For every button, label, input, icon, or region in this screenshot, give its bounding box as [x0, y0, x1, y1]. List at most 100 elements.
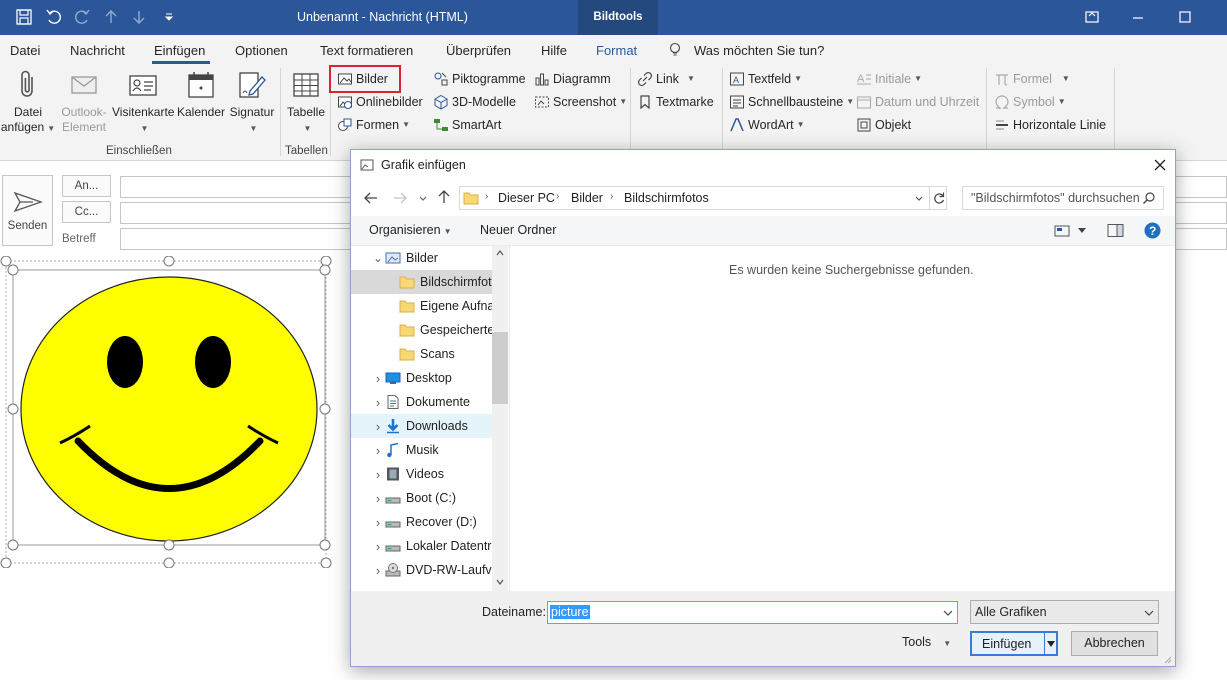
- expand-chevron-icon[interactable]: ›: [371, 395, 385, 410]
- expand-chevron-icon[interactable]: ›: [371, 515, 385, 530]
- dropcap-button[interactable]: A Initiale ▼: [856, 69, 922, 89]
- quick-parts-button[interactable]: Schnellbausteine ▼: [729, 92, 854, 112]
- smiley-image[interactable]: [0, 256, 340, 568]
- tree-item[interactable]: › DVD-RW-Laufv: [351, 558, 493, 582]
- back-arrow-icon[interactable]: [363, 190, 379, 206]
- forward-arrow-icon[interactable]: [392, 190, 408, 206]
- new-folder-button[interactable]: Neuer Ordner: [480, 223, 556, 237]
- tree-item[interactable]: ⌄ Bilder: [351, 246, 493, 270]
- calendar-button[interactable]: Kalender: [175, 69, 227, 120]
- address-bar[interactable]: › Dieser PC › Bilder › Bildschirmfotos: [459, 186, 947, 210]
- chevron-down-icon[interactable]: [1077, 227, 1087, 235]
- scrollbar-thumb[interactable]: [492, 332, 508, 404]
- tab-einfuegen[interactable]: Einfügen: [154, 43, 205, 58]
- tell-me-search[interactable]: Was möchten Sie tun?: [694, 43, 824, 58]
- customize-quick-access-icon[interactable]: [160, 8, 178, 26]
- preview-pane-icon[interactable]: [1107, 223, 1124, 238]
- symbol-button[interactable]: Symbol ▼: [994, 92, 1066, 112]
- tree-item[interactable]: › Lokaler Datentr: [351, 534, 493, 558]
- tree-item[interactable]: › Downloads: [351, 414, 493, 438]
- filename-input[interactable]: picture: [547, 601, 958, 624]
- up-arrow-icon[interactable]: [436, 189, 452, 205]
- maximize-icon[interactable]: [1177, 9, 1193, 25]
- bookmark-button[interactable]: Textmarke: [637, 92, 714, 112]
- tab-hilfe[interactable]: Hilfe: [541, 43, 567, 58]
- chart-button[interactable]: Diagramm: [534, 69, 611, 89]
- breadcrumb-item[interactable]: Bildschirmfotos: [624, 191, 709, 205]
- arrow-up-icon[interactable]: [102, 8, 120, 26]
- expand-chevron-icon[interactable]: ›: [371, 419, 385, 434]
- horizontal-line-button[interactable]: Horizontale Linie: [994, 115, 1106, 135]
- to-button[interactable]: An...: [62, 175, 111, 197]
- tab-format[interactable]: Format: [596, 43, 637, 58]
- tree-item[interactable]: › Recover (D:): [351, 510, 493, 534]
- outlook-item-button[interactable]: Outlook- Element: [56, 69, 112, 135]
- scroll-down-arrow-icon[interactable]: [496, 579, 504, 585]
- minimize-icon[interactable]: [1130, 9, 1146, 25]
- tree-item[interactable]: Bildschirmfot: [351, 270, 493, 294]
- online-pictures-button[interactable]: Onlinebilder: [337, 92, 423, 112]
- object-button[interactable]: Objekt: [856, 115, 911, 135]
- tab-text-formatieren[interactable]: Text formatieren: [320, 43, 413, 58]
- expand-chevron-icon[interactable]: ›: [371, 467, 385, 482]
- refresh-icon[interactable]: [932, 191, 946, 205]
- 3d-models-button[interactable]: 3D-Modelle: [433, 92, 516, 112]
- tree-item[interactable]: › Dokumente: [351, 390, 493, 414]
- help-icon[interactable]: ?: [1144, 222, 1161, 239]
- send-button[interactable]: Senden: [2, 175, 53, 246]
- organize-button[interactable]: Organisieren ▼: [369, 223, 452, 237]
- tree-item[interactable]: › Boot (C:): [351, 486, 493, 510]
- signature-button[interactable]: Signatur ▼: [227, 69, 277, 136]
- expand-chevron-icon[interactable]: ›: [371, 491, 385, 506]
- date-time-button[interactable]: Datum und Uhrzeit: [856, 92, 979, 112]
- ribbon-display-options-icon[interactable]: [1084, 9, 1100, 25]
- business-card-button[interactable]: Visitenkarte ▼: [112, 69, 174, 136]
- undo-icon[interactable]: [45, 8, 63, 26]
- expand-chevron-icon[interactable]: ›: [371, 371, 385, 386]
- collapse-chevron-icon[interactable]: ⌄: [371, 251, 385, 265]
- insert-button[interactable]: Einfügen: [970, 631, 1058, 656]
- resize-grip-icon[interactable]: [1162, 654, 1172, 664]
- expand-chevron-icon[interactable]: ›: [371, 443, 385, 458]
- view-options-icon[interactable]: [1054, 224, 1070, 238]
- tree-item[interactable]: Eigene Aufna: [351, 294, 493, 318]
- tab-datei[interactable]: Datei: [10, 43, 40, 58]
- scroll-up-arrow-icon[interactable]: [496, 250, 504, 256]
- screenshot-button[interactable]: Screenshot ▼: [534, 92, 627, 112]
- tools-menu-button[interactable]: Tools ▼: [902, 635, 951, 649]
- arrow-down-icon[interactable]: [130, 8, 148, 26]
- link-button[interactable]: Link ▼: [637, 69, 695, 89]
- chevron-down-icon[interactable]: [1047, 641, 1055, 647]
- cc-button[interactable]: Cc...: [62, 201, 111, 223]
- tab-nachricht[interactable]: Nachricht: [70, 43, 125, 58]
- tree-item[interactable]: Scans: [351, 342, 493, 366]
- save-icon[interactable]: [15, 8, 33, 26]
- recent-locations-chevron-icon[interactable]: [418, 194, 428, 204]
- navigation-pane-scrollbar[interactable]: [492, 246, 508, 591]
- filetype-select[interactable]: Alle Grafiken: [970, 600, 1159, 624]
- icons-button[interactable]: Piktogramme: [433, 69, 526, 89]
- table-button[interactable]: Tabelle ▼: [284, 69, 328, 136]
- close-icon[interactable]: [1152, 157, 1168, 173]
- tree-item[interactable]: Gespeicherte: [351, 318, 493, 342]
- breadcrumb-item[interactable]: Bilder: [571, 191, 603, 205]
- expand-chevron-icon[interactable]: ›: [371, 539, 385, 554]
- smartart-button[interactable]: SmartArt: [433, 115, 501, 135]
- search-input[interactable]: "Bildschirmfotos" durchsuchen: [962, 186, 1164, 210]
- tab-ueberpruefen[interactable]: Überprüfen: [446, 43, 511, 58]
- equation-button[interactable]: Formel ▼: [994, 69, 1070, 89]
- tree-item[interactable]: › Videos: [351, 462, 493, 486]
- textbox-button[interactable]: A Textfeld ▼: [729, 69, 802, 89]
- tree-item[interactable]: › Musik: [351, 438, 493, 462]
- chevron-down-icon[interactable]: [943, 609, 953, 617]
- wordart-button[interactable]: WordArt ▼: [729, 115, 805, 135]
- cancel-button[interactable]: Abbrechen: [1071, 631, 1158, 656]
- tab-optionen[interactable]: Optionen: [235, 43, 288, 58]
- chevron-down-icon[interactable]: [914, 194, 924, 204]
- breadcrumb-item[interactable]: Dieser PC: [498, 191, 555, 205]
- expand-chevron-icon[interactable]: ›: [371, 563, 385, 578]
- attach-file-button[interactable]: Datei anfügen ▼: [0, 69, 56, 136]
- shapes-button[interactable]: Formen ▼: [337, 115, 410, 135]
- tree-item[interactable]: › Desktop: [351, 366, 493, 390]
- redo-icon[interactable]: [73, 8, 91, 26]
